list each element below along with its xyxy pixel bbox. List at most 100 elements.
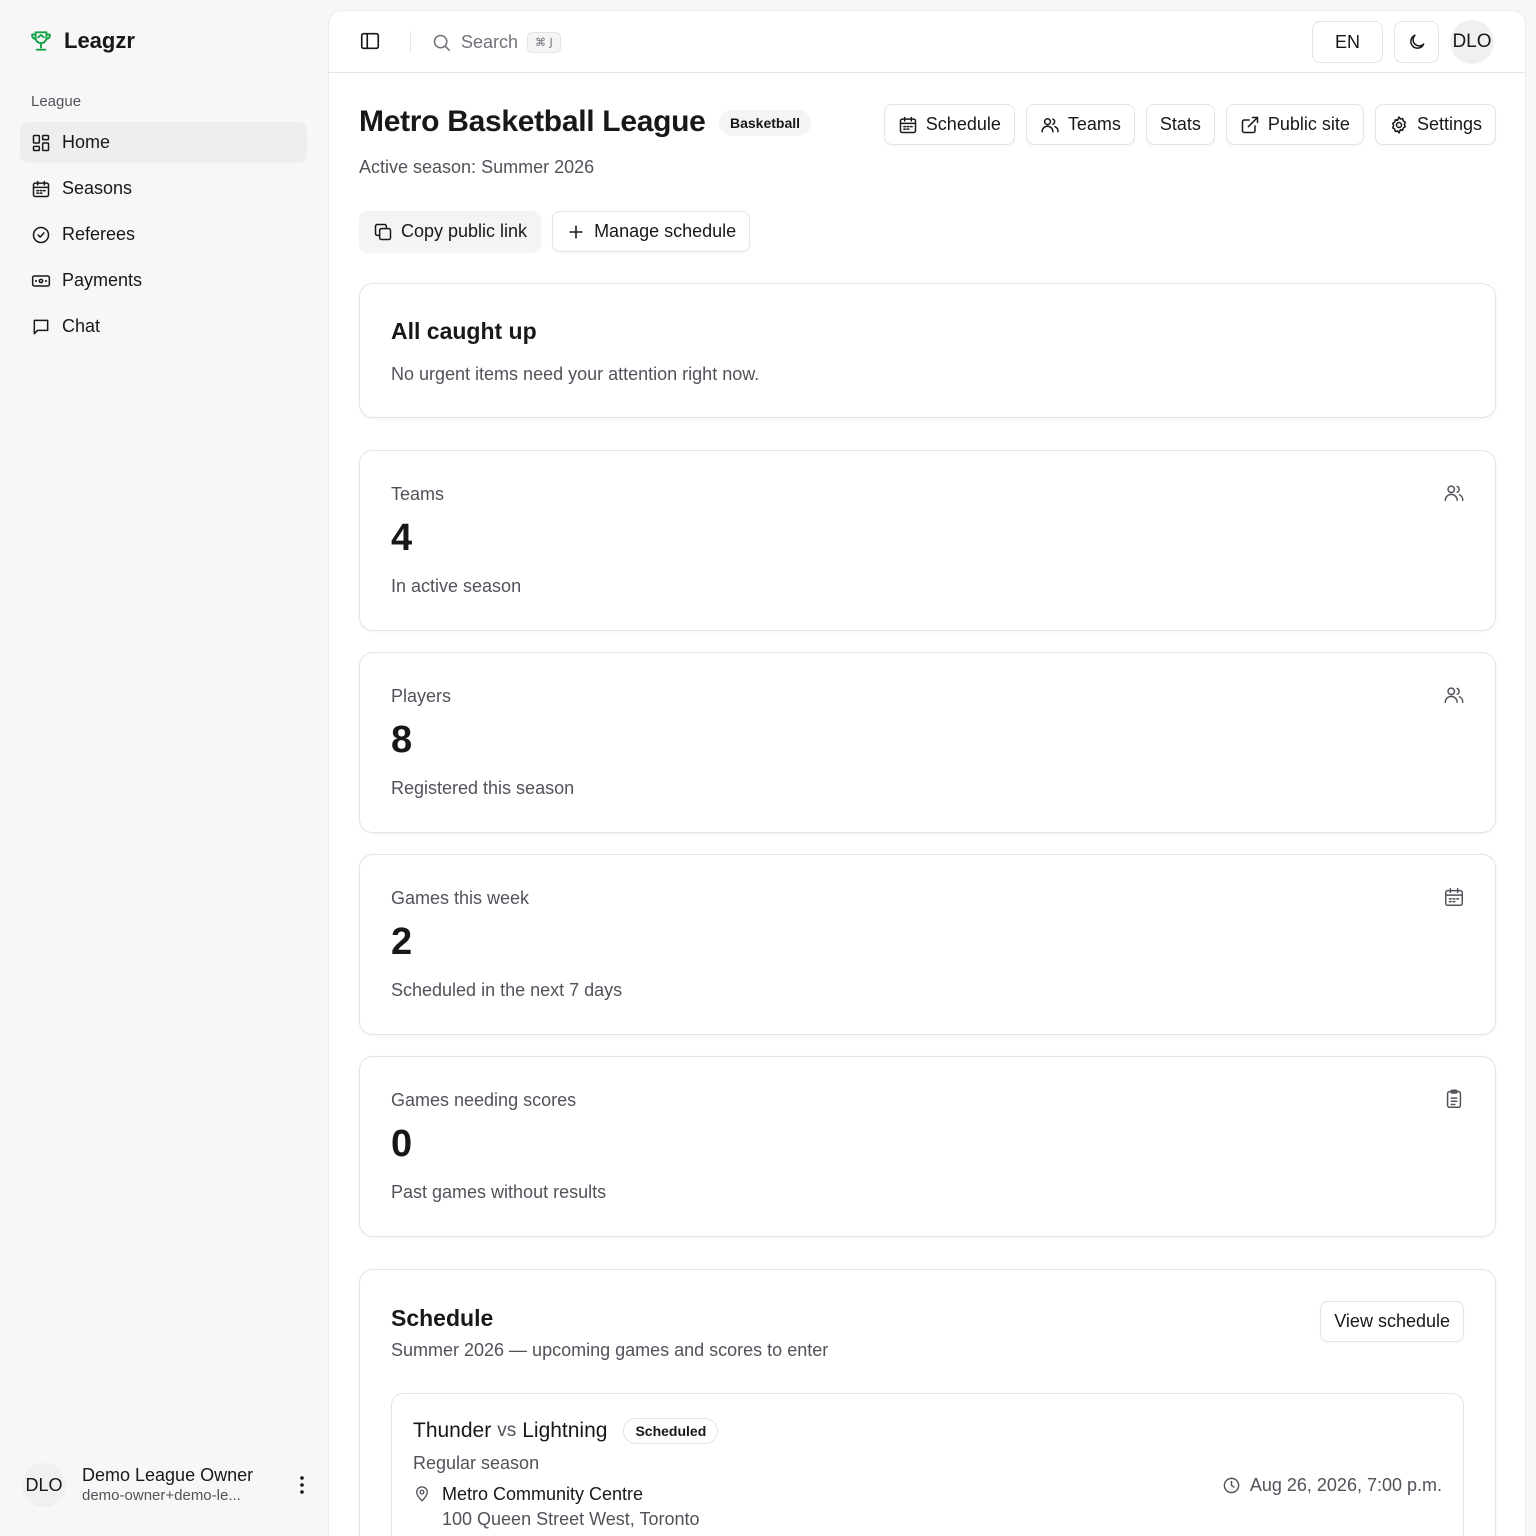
- user-card[interactable]: DLO Demo League Owner demo-owner+demo-le…: [22, 1458, 312, 1512]
- venue-name: Metro Community Centre: [442, 1484, 644, 1504]
- public-site-button[interactable]: Public site: [1225, 104, 1364, 145]
- attention-title: All caught up: [391, 318, 537, 344]
- user-email: demo-owner+demo-le...: [82, 1487, 241, 1504]
- game-datetime-text: Aug 26, 2026, 7:00 p.m.: [1249, 1475, 1442, 1495]
- topbar-avatar[interactable]: DLO: [1450, 20, 1494, 64]
- stat-description: Past games without results: [391, 1182, 607, 1202]
- search-trigger[interactable]: Search ⌘ J: [431, 27, 561, 57]
- stat-card-teams: Teams 4 In active season: [359, 450, 1496, 631]
- map-pin-icon: [413, 1485, 431, 1503]
- venue-address: 100 Queen Street West, Toronto: [442, 1509, 700, 1529]
- main-panel: Search ⌘ J EN DLO Metro Basketball Leagu…: [328, 10, 1526, 1536]
- sidebar-section-label: League: [31, 93, 82, 110]
- sidebar-item-payments[interactable]: Payments: [20, 260, 307, 301]
- calendar-icon: [1443, 886, 1465, 908]
- users-icon: [1040, 115, 1060, 135]
- game-type: Regular season: [413, 1453, 540, 1473]
- copy-public-link-button[interactable]: Copy public link: [359, 211, 542, 252]
- manage-schedule-label: Manage schedule: [594, 221, 737, 241]
- sport-badge: Basketball: [719, 110, 812, 136]
- stat-label: Games needing scores: [391, 1090, 577, 1110]
- teams-button[interactable]: Teams: [1025, 104, 1135, 145]
- stat-card-games-needing-scores: Games needing scores 0 Past games withou…: [359, 1056, 1496, 1237]
- sidebar-item-home[interactable]: Home: [20, 122, 307, 163]
- search-label: Search: [461, 31, 519, 52]
- settings-button-label: Settings: [1416, 114, 1482, 134]
- gear-icon: [1389, 115, 1409, 135]
- stat-label: Games this week: [391, 888, 530, 908]
- vs-label: vs: [497, 1420, 517, 1441]
- calendar-icon: [898, 115, 918, 135]
- stats-button-label: Stats: [1159, 114, 1201, 134]
- clipboard-icon: [1443, 1088, 1465, 1110]
- avatar: DLO: [22, 1463, 66, 1507]
- user-name: Demo League Owner: [82, 1465, 254, 1485]
- brand[interactable]: Leagzr: [28, 28, 135, 54]
- away-team: Lightning: [522, 1419, 608, 1442]
- game-venue: Metro Community Centre 100 Queen Street …: [413, 1483, 700, 1533]
- plus-icon: [566, 222, 586, 242]
- search-shortcut: ⌘ J: [527, 31, 561, 53]
- sidebar-item-referees[interactable]: Referees: [20, 214, 307, 255]
- schedule-button-label: Schedule: [925, 114, 1001, 134]
- stat-description: Scheduled in the next 7 days: [391, 980, 623, 1000]
- game-matchup: Thunder vs Lightning Scheduled: [413, 1418, 719, 1444]
- sidebar-item-label: Chat: [62, 316, 101, 336]
- clock-icon: [1222, 1476, 1241, 1495]
- user-info: Demo League Owner demo-owner+demo-le...: [82, 1464, 292, 1506]
- status-badge: Scheduled: [623, 1418, 719, 1444]
- stat-description: Registered this season: [391, 778, 575, 798]
- trophy-icon: [28, 28, 54, 54]
- schedule-button[interactable]: Schedule: [883, 104, 1015, 145]
- topbar-divider: [410, 31, 411, 53]
- search-icon: [431, 32, 452, 53]
- stat-label: Players: [391, 686, 452, 706]
- sidebar-item-label: Home: [62, 132, 111, 152]
- message-icon: [31, 317, 51, 337]
- quick-actions: Copy public link Manage schedule: [359, 211, 751, 252]
- manage-schedule-button[interactable]: Manage schedule: [552, 211, 751, 252]
- schedule-card: Schedule Summer 2026 — upcoming games an…: [359, 1269, 1496, 1536]
- stat-value: 2: [391, 921, 413, 963]
- settings-button[interactable]: Settings: [1374, 104, 1496, 145]
- header-actions: Schedule Teams Stats Public site Setting…: [883, 104, 1496, 145]
- copy-icon: [373, 222, 393, 242]
- sidebar-item-seasons[interactable]: Seasons: [20, 168, 307, 209]
- game-card[interactable]: Thunder vs Lightning Scheduled Regular s…: [391, 1393, 1464, 1536]
- schedule-subtitle: Summer 2026 — upcoming games and scores …: [391, 1340, 829, 1360]
- public-site-button-label: Public site: [1267, 114, 1350, 134]
- stat-card-players: Players 8 Registered this season: [359, 652, 1496, 833]
- stat-value: 0: [391, 1123, 413, 1165]
- home-team: Thunder: [413, 1419, 492, 1442]
- language-button[interactable]: EN: [1312, 21, 1383, 63]
- theme-toggle-button[interactable]: [1394, 21, 1439, 63]
- stats-button[interactable]: Stats: [1145, 104, 1215, 145]
- schedule-title: Schedule: [391, 1305, 494, 1331]
- sidebar-item-label: Referees: [62, 224, 136, 244]
- moon-icon: [1407, 32, 1427, 52]
- sidebar-nav: Home Seasons Referees Payments Chat: [20, 122, 307, 352]
- copy-public-link-label: Copy public link: [401, 221, 528, 241]
- sidebar: Leagzr League Home Seasons Referees Paym…: [0, 0, 328, 1536]
- banknote-icon: [31, 271, 51, 291]
- game-datetime: Aug 26, 2026, 7:00 p.m.: [1222, 1475, 1442, 1496]
- sidebar-item-chat[interactable]: Chat: [20, 306, 307, 347]
- external-link-icon: [1240, 115, 1260, 135]
- active-season-text: Active season: Summer 2026: [359, 157, 595, 177]
- more-vertical-icon[interactable]: [292, 1475, 312, 1495]
- brand-name: Leagzr: [64, 28, 135, 53]
- sidebar-toggle-icon[interactable]: [359, 30, 383, 54]
- stat-label: Teams: [391, 484, 445, 504]
- stat-card-games-this-week: Games this week 2 Scheduled in the next …: [359, 854, 1496, 1035]
- view-schedule-button[interactable]: View schedule: [1320, 1301, 1464, 1342]
- teams-button-label: Teams: [1067, 114, 1121, 134]
- page-title: Metro Basketball League: [359, 105, 706, 138]
- stat-description: In active season: [391, 576, 522, 596]
- badge-check-icon: [31, 225, 51, 245]
- calendar-icon: [31, 179, 51, 199]
- sidebar-item-label: Payments: [62, 270, 143, 290]
- dashboard-icon: [31, 133, 51, 153]
- stat-value: 4: [391, 517, 413, 559]
- users-icon: [1443, 684, 1465, 706]
- attention-card: All caught up No urgent items need your …: [359, 283, 1496, 418]
